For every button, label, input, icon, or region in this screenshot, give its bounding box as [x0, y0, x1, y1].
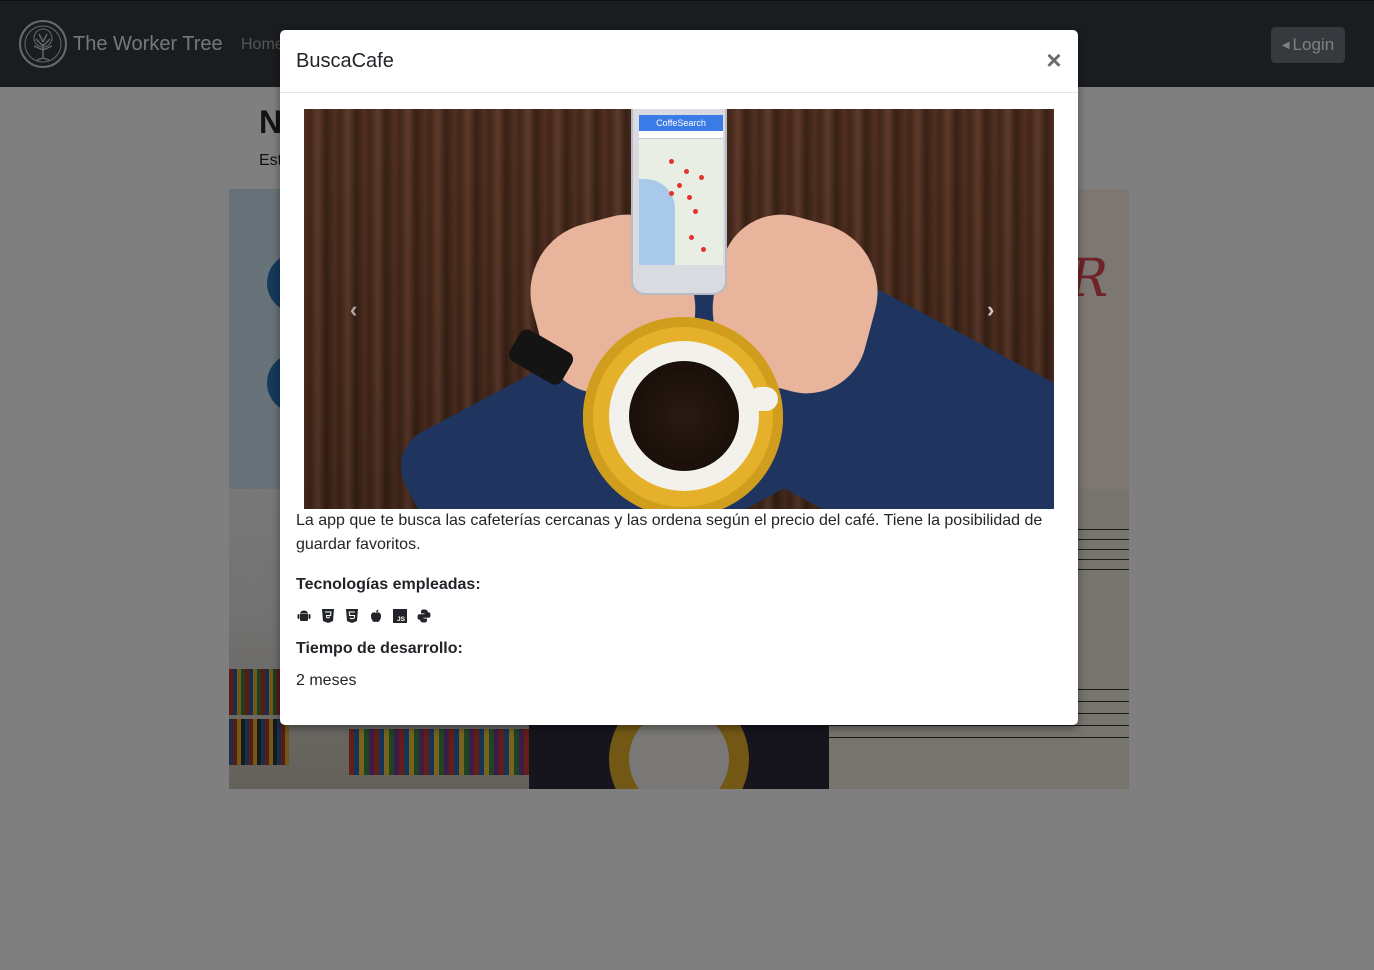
close-icon[interactable]: ×	[1040, 46, 1068, 74]
python-icon	[416, 608, 432, 624]
phone-mockup: CoffeSearch	[631, 109, 727, 295]
project-modal: BuscaCafe × CoffeSearch ‹ › La app que t…	[280, 30, 1078, 725]
js-icon: JS	[392, 608, 408, 624]
image-carousel[interactable]: CoffeSearch ‹ ›	[304, 109, 1054, 509]
android-icon	[296, 608, 312, 624]
apple-icon	[368, 608, 384, 624]
phone-app-title: CoffeSearch	[639, 115, 723, 131]
tech-label: Tecnologías empleadas:	[296, 576, 481, 593]
modal-header: BuscaCafe ×	[280, 30, 1078, 93]
time-label: Tiempo de desarrollo:	[296, 640, 463, 657]
html5-icon	[344, 608, 360, 624]
modal-title: BuscaCafe	[296, 50, 394, 72]
carousel-next-icon[interactable]: ›	[987, 297, 1007, 322]
time-value: 2 meses	[296, 672, 357, 689]
tech-icons: JS	[296, 608, 440, 624]
carousel-prev-icon[interactable]: ‹	[350, 297, 370, 322]
project-description: La app que te busca las cafeterías cerca…	[296, 512, 1043, 553]
svg-text:JS: JS	[397, 616, 406, 623]
css3-icon	[320, 608, 336, 624]
